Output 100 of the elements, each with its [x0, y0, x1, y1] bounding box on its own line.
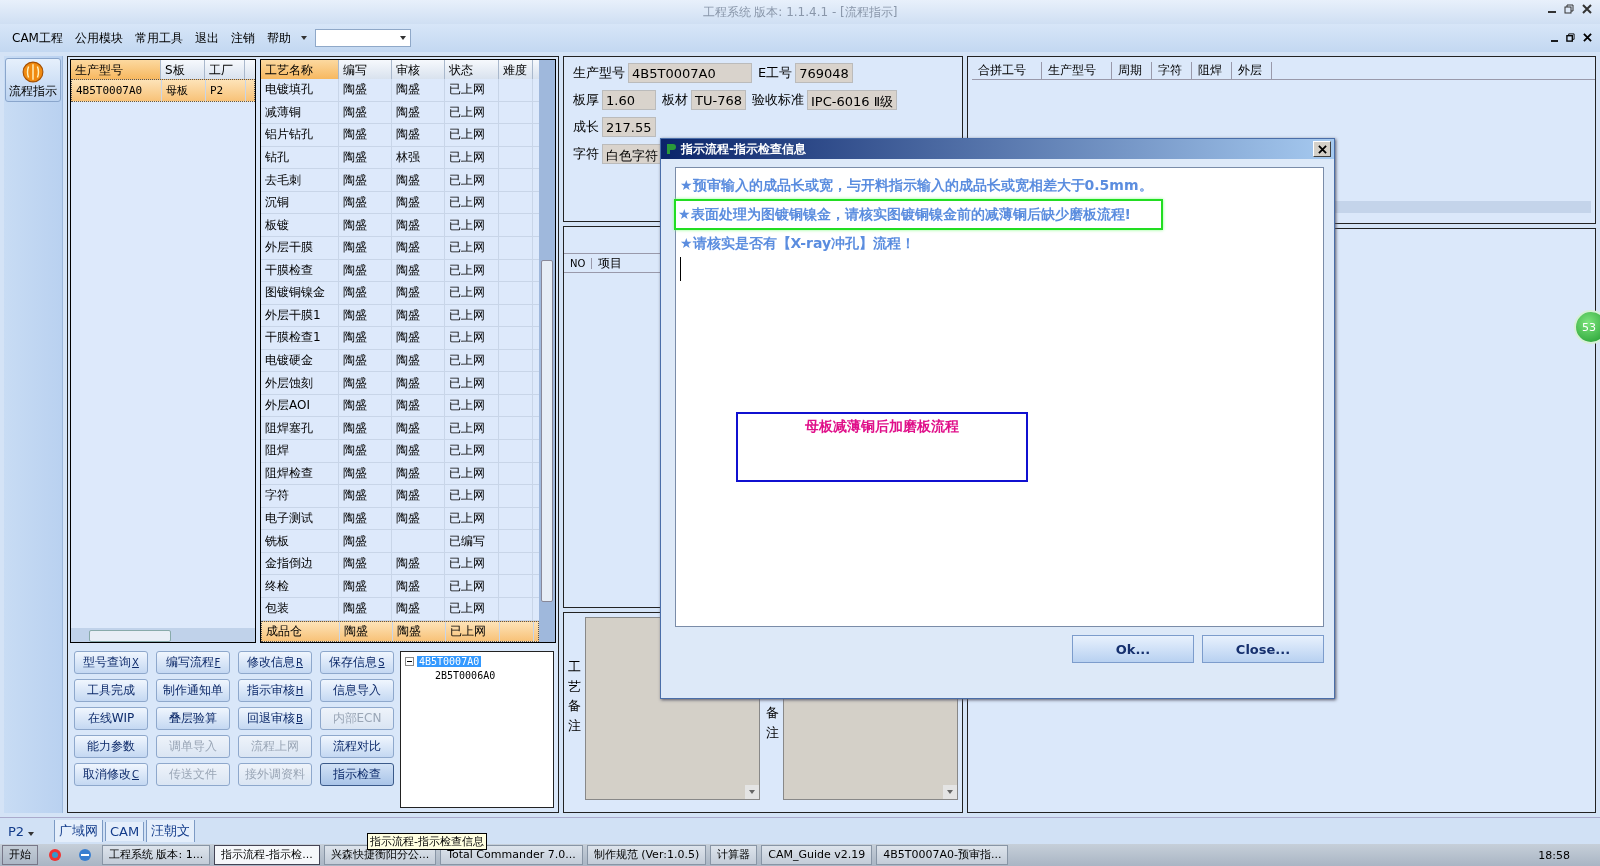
action-button[interactable]: 回退审核B	[238, 707, 312, 730]
table-row[interactable]: 减薄铜 陶盛 陶盛 已上网	[261, 101, 539, 125]
table-row[interactable]: 终检 陶盛 陶盛 已上网	[261, 575, 539, 598]
action-button[interactable]: 修改信息R	[238, 651, 312, 674]
table-row[interactable]: 电镀填孔 陶盛 陶盛 已上网	[261, 79, 539, 102]
column-header[interactable]: 工艺名称	[261, 60, 339, 79]
action-button[interactable]: 在线WIP	[74, 707, 148, 730]
table-row[interactable]: 板镀 陶盛 陶盛 已上网	[261, 214, 539, 237]
action-button[interactable]: 工具完成	[74, 679, 148, 702]
table-cell: 陶盛	[392, 597, 445, 620]
taskbar-item[interactable]: 4B5T0007A0-预审指...	[876, 845, 1009, 865]
input-field[interactable]: 4B5T0007A0	[628, 63, 752, 83]
column-header[interactable]: 合拼工号	[972, 61, 1042, 79]
table-row[interactable]: 干膜检查1 陶盛 陶盛 已上网	[261, 327, 539, 350]
taskbar-item[interactable]: 计算器	[710, 845, 758, 865]
column-header[interactable]: 审核	[392, 60, 445, 79]
menu-item[interactable]: 常用工具	[128, 29, 189, 47]
table-row[interactable]: 阻焊塞孔 陶盛 陶盛 已上网	[261, 417, 539, 440]
table-row[interactable]: 图镀铜镍金 陶盛 陶盛 已上网	[261, 282, 539, 305]
table-cell: 成品仓	[262, 621, 340, 642]
table-cell: 陶盛	[340, 621, 393, 642]
collapse-icon[interactable]	[405, 656, 414, 666]
caret-icon[interactable]	[300, 36, 307, 40]
column-header[interactable]: 状态	[445, 60, 499, 79]
close-button[interactable]	[1583, 33, 1592, 42]
scroll-arrow-icon[interactable]	[749, 790, 755, 794]
table-row[interactable]: 外层AOI 陶盛 陶盛 已上网	[261, 394, 539, 418]
dialog-button[interactable]: Close...	[1202, 635, 1324, 663]
tab[interactable]: CAM	[105, 821, 145, 841]
action-button[interactable]: 编写流程F	[156, 651, 230, 674]
menu-item[interactable]: 帮助	[260, 29, 297, 47]
taskbar-item[interactable]: 制作规范 (Ver:1.0.5)	[586, 845, 707, 865]
tree-node[interactable]: 2B5T0006A0	[433, 669, 498, 681]
dialog-title: 指示流程-指示检查信息	[681, 140, 806, 158]
start-button[interactable]: 开始	[2, 845, 38, 865]
table-row[interactable]: 阻焊 陶盛 陶盛 已上网	[261, 440, 539, 463]
action-button[interactable]: 叠层验算	[156, 707, 230, 730]
table-row[interactable]: 阻焊检查 陶盛 陶盛 已上网	[261, 462, 539, 486]
page-selector[interactable]: P2	[8, 823, 52, 839]
column-header[interactable]: 生产型号	[71, 60, 161, 79]
taskbar-item[interactable]: CAM_Guide v2.19	[761, 845, 873, 865]
table-row[interactable]: 干膜检查 陶盛 陶盛 已上网	[261, 259, 539, 283]
table-row[interactable]: 铝片钻孔 陶盛 陶盛 已上网	[261, 124, 539, 147]
table-row[interactable]: 钻孔 陶盛 林强 已上网	[261, 146, 539, 170]
close-button[interactable]	[1582, 4, 1592, 14]
column-header[interactable]: 阻焊	[1192, 61, 1232, 79]
column-header[interactable]: 字符	[1152, 61, 1192, 79]
scrollbar[interactable]	[539, 60, 555, 642]
menu-item[interactable]: CAM工程	[6, 29, 69, 47]
action-button[interactable]: 指示检查	[320, 763, 394, 786]
table-row[interactable]: 4B5T0007A0 母板 P2	[71, 79, 255, 102]
table-row[interactable]: 外层干膜 陶盛 陶盛 已上网	[261, 236, 539, 260]
action-button[interactable]: 保存信息S	[320, 651, 394, 674]
column-header[interactable]: NO	[564, 257, 593, 269]
menu-item[interactable]: 注销	[224, 29, 261, 47]
tab[interactable]: 汪朝文	[146, 820, 196, 842]
message-area[interactable]: ★预审输入的成品长或宽，与开料指示输入的成品长或宽相差大于0.5mm。 ★表面处理为图镀铜镍金，请核实图镀铜镍金前的减薄铜后缺少磨板流程! ★请核实是否有【X-ray冲孔】流程！ 母板减薄铜后加磨板流程	[675, 167, 1324, 627]
column-header[interactable]: 编写	[339, 60, 392, 79]
action-button[interactable]: 指示审核H	[238, 679, 312, 702]
table-row[interactable]: 沉铜 陶盛 陶盛 已上网	[261, 191, 539, 215]
column-header[interactable]: 项目	[592, 254, 629, 272]
column-header[interactable]: 周期	[1112, 61, 1152, 79]
input-field[interactable]: IPC-6016 Ⅱ级	[806, 90, 898, 110]
column-header[interactable]: 难度	[499, 60, 533, 79]
taskbar-item[interactable]: 指示流程-指示检...	[214, 845, 320, 865]
table-cell: 外层蚀刻	[261, 372, 339, 394]
dialog-button[interactable]: Ok...	[1072, 635, 1194, 663]
input-field[interactable]: TU-768	[691, 90, 746, 110]
menu-item[interactable]: 退出	[188, 29, 225, 47]
table-row[interactable]: 金指倒边 陶盛 陶盛 已上网	[261, 552, 539, 576]
table-row[interactable]: 成品仓 陶盛 陶盛 已上网	[261, 620, 539, 643]
input-field[interactable]: 白色字符	[602, 144, 662, 164]
table-cell: 陶盛	[392, 169, 445, 191]
table-row[interactable]: 外层干膜1 陶盛 陶盛 已上网	[261, 304, 539, 328]
input-field[interactable]: 769048	[795, 63, 853, 83]
scrollbar[interactable]	[71, 628, 255, 642]
column-header[interactable]: 外层	[1232, 61, 1272, 79]
table-cell: 铝片钻孔	[261, 124, 339, 146]
table-row[interactable]: 去毛刺 陶盛 陶盛 已上网	[261, 169, 539, 192]
table-row[interactable]: 电子测试 陶盛 陶盛 已上网	[261, 507, 539, 531]
action-button[interactable]: 能力参数	[74, 735, 148, 758]
input-field[interactable]: 217.55	[602, 117, 656, 137]
action-button[interactable]: 流程对比	[320, 735, 394, 758]
table-row[interactable]: 铣板 陶盛 已编写	[261, 530, 539, 553]
table-row[interactable]: 电镀硬金 陶盛 陶盛 已上网	[261, 349, 539, 373]
nav-button[interactable]: 流程指示	[5, 58, 61, 102]
action-button[interactable]: 型号查询X	[74, 651, 148, 674]
action-button[interactable]: 制作通知单	[156, 679, 230, 702]
column-header[interactable]: 生产型号	[1042, 61, 1112, 79]
taskbar-item[interactable]: 工程系统 版本: 1...	[102, 845, 211, 865]
action-button[interactable]: 取消修改C	[74, 763, 148, 786]
table-row[interactable]: 包装 陶盛 陶盛 已上网	[261, 597, 539, 621]
menu-item[interactable]: 公用模块	[68, 29, 129, 47]
input-field[interactable]: 1.60	[602, 90, 656, 110]
action-button[interactable]: 信息导入	[320, 679, 394, 702]
scroll-arrow-icon[interactable]	[947, 790, 953, 794]
table-row[interactable]: 字符 陶盛 陶盛 已上网	[261, 485, 539, 508]
restore-button[interactable]	[1566, 33, 1575, 42]
tab[interactable]: 广域网	[54, 820, 103, 842]
table-row[interactable]: 外层蚀刻 陶盛 陶盛 已上网	[261, 372, 539, 395]
